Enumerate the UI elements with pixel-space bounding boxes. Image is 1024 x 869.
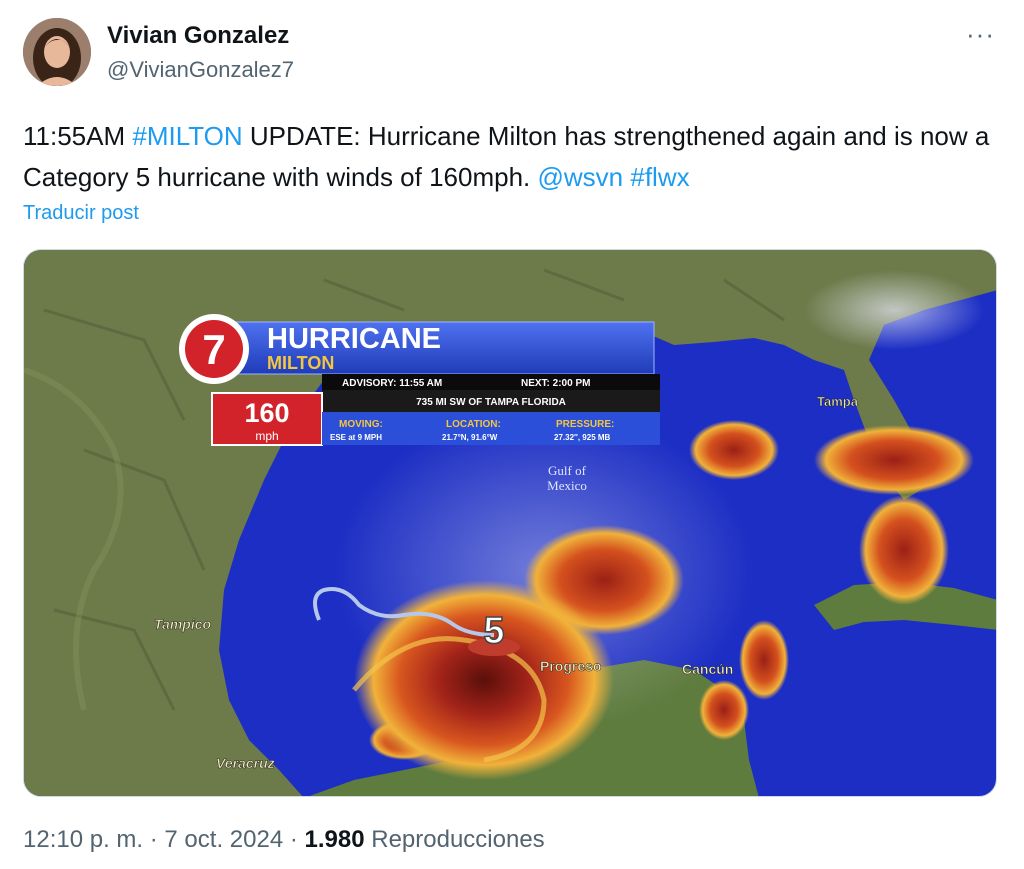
meta-separator: ·	[143, 826, 165, 853]
moving-value: ESE at 9 MPH	[330, 433, 382, 442]
wind-unit: mph	[255, 429, 278, 443]
city-label-cancun: Cancún	[682, 661, 733, 677]
more-options-icon[interactable]: ···	[966, 21, 995, 47]
advisory-time: ADVISORY: 11:55 AM	[342, 378, 442, 389]
translate-post-link[interactable]: Traducir post	[23, 202, 139, 225]
city-label-progreso: Progreso	[540, 658, 601, 674]
moving-label: MOVING:	[339, 419, 383, 430]
avatar[interactable]	[23, 18, 91, 86]
pressure-label: PRESSURE:	[556, 419, 614, 430]
city-label-veracruz: Veracruz	[216, 755, 275, 771]
wsvn-7-logo: 7	[179, 314, 249, 384]
author-handle[interactable]: @VivianGonzalez7	[107, 57, 294, 83]
next-advisory: NEXT: 2:00 PM	[521, 378, 590, 389]
post-date[interactable]: 7 oct. 2024	[164, 826, 283, 853]
views-label: Reproducciones	[364, 826, 545, 853]
avatar-image	[23, 18, 91, 86]
gulf-label-line2: Mexico	[547, 478, 587, 493]
tweet-meta: 12:10 p. m. · 7 oct. 2024 · 1.980 Reprod…	[23, 826, 545, 854]
author-name[interactable]: Vivian Gonzalez	[107, 22, 289, 50]
location-value: 21.7°N, 91.6°W	[442, 433, 498, 442]
tweet-text: 11:55AM #MILTON UPDATE: Hurricane Milton…	[23, 116, 993, 198]
hashtag-flwx[interactable]: #flwx	[630, 162, 689, 192]
views-count: 1.980	[304, 826, 365, 853]
wind-speed: 160	[244, 398, 289, 428]
banner-title: HURRICANE	[267, 323, 441, 355]
mention-wsvn[interactable]: @wsvn	[538, 162, 624, 192]
meta-separator: ·	[283, 826, 305, 853]
post-time[interactable]: 12:10 p. m.	[23, 826, 143, 853]
hashtag-milton[interactable]: #MILTON	[132, 121, 242, 151]
tweet-media-image[interactable]: 5 Gulf of Mexico Tampa Tampico Progreso …	[23, 249, 997, 797]
distance-text: 735 MI SW OF TAMPA FLORIDA	[416, 397, 566, 408]
hurricane-map: 5 Gulf of Mexico Tampa Tampico Progreso …	[24, 250, 996, 796]
location-label: LOCATION:	[446, 419, 501, 430]
pressure-value: 27.32″, 925 MB	[554, 433, 611, 442]
city-label-tampico: Tampico	[154, 616, 211, 632]
city-label-tampa: Tampa	[817, 394, 859, 409]
gulf-label-line1: Gulf of	[548, 463, 587, 478]
logo-number: 7	[202, 326, 225, 373]
tweet-text-prefix: 11:55AM	[23, 121, 133, 151]
banner-storm-name: MILTON	[267, 353, 334, 373]
category-number: 5	[483, 610, 504, 652]
